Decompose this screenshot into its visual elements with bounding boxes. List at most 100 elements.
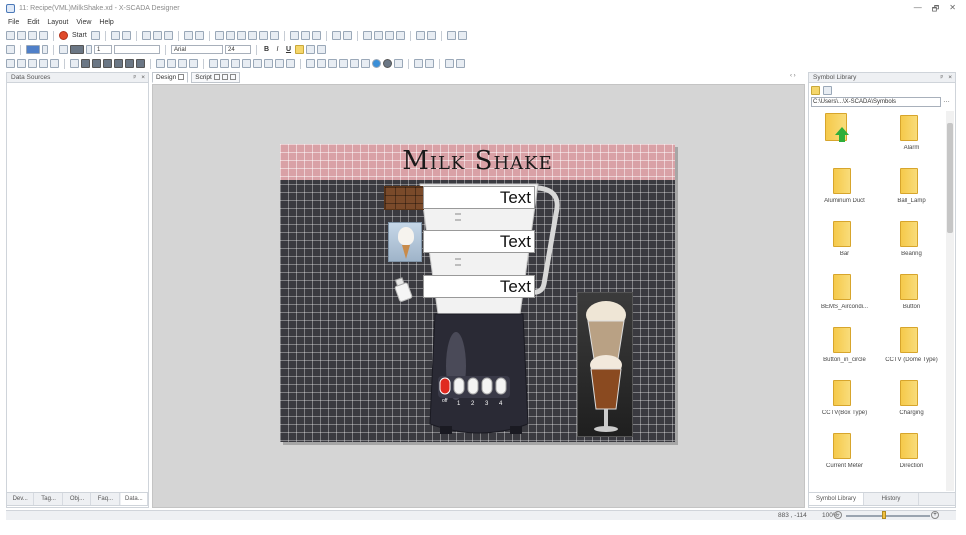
milk-bottle-image[interactable] xyxy=(394,274,414,304)
line-tool-icon[interactable] xyxy=(6,59,15,68)
grid-icon[interactable] xyxy=(415,31,425,40)
tab-script[interactable]: Script xyxy=(191,72,240,83)
close-panel-icon[interactable]: × xyxy=(948,73,952,83)
polyline-tool-icon[interactable] xyxy=(17,59,26,68)
symbol-folder-charging[interactable]: Charging xyxy=(878,376,945,429)
font-size-combo[interactable]: 24 xyxy=(225,45,251,54)
clock-control-icon[interactable] xyxy=(339,59,348,68)
space-horizontal-icon[interactable] xyxy=(331,31,341,40)
minimize-button[interactable]: — xyxy=(914,3,922,17)
symbol-folder-button-in-circle[interactable]: Button_in_circle xyxy=(811,323,878,376)
group-icon[interactable] xyxy=(183,31,193,40)
doc-nav-icon[interactable]: ‹ › xyxy=(790,73,796,79)
panel-control-icon[interactable] xyxy=(275,59,284,68)
checkbox-control-icon[interactable] xyxy=(220,59,229,68)
milkshake-photo[interactable] xyxy=(577,292,633,437)
symbol-folder-current-meter[interactable]: Current Meter xyxy=(811,429,878,482)
symbol-folder-alarm[interactable]: Alarm xyxy=(878,111,945,164)
zoom-slider[interactable] xyxy=(846,515,930,517)
pin-icon[interactable]: ᵖ xyxy=(941,73,943,83)
align-text-left-icon[interactable] xyxy=(295,45,304,54)
line-style-combo[interactable] xyxy=(114,45,160,54)
symbol-folder-bearing[interactable]: Bearing xyxy=(878,217,945,270)
symbol-folder-aluminum-duct[interactable]: Aluminum Duct xyxy=(811,164,878,217)
tab-objects[interactable]: Obj... xyxy=(64,493,92,505)
align-text-right-icon[interactable] xyxy=(317,45,326,54)
chart-control-icon[interactable] xyxy=(306,59,315,68)
menu-view[interactable]: View xyxy=(76,19,91,26)
scrollbar-thumb[interactable] xyxy=(947,123,953,233)
undo-icon[interactable] xyxy=(110,31,120,40)
order-back-icon[interactable] xyxy=(373,31,383,40)
tab-tags[interactable]: Tag... xyxy=(35,493,63,505)
rectangle-tool-icon[interactable] xyxy=(81,59,90,68)
polygon-tool-icon[interactable] xyxy=(136,59,145,68)
report-control-icon[interactable] xyxy=(425,59,434,68)
triangle-tool-icon[interactable] xyxy=(70,59,79,68)
font-name-combo[interactable]: Arial xyxy=(171,45,223,54)
symbol-folder-cctv-box[interactable]: CCTV(Box Type) xyxy=(811,376,878,429)
map-control-icon[interactable] xyxy=(456,59,465,68)
label-tool-icon[interactable] xyxy=(167,59,176,68)
menu-help[interactable]: Help xyxy=(99,19,113,26)
fill-color-icon[interactable] xyxy=(26,45,40,54)
italic-button[interactable]: I xyxy=(273,46,282,53)
globe-control-icon[interactable] xyxy=(372,59,381,68)
tab-data[interactable]: Data... xyxy=(120,493,149,505)
gauge-control-icon[interactable] xyxy=(350,59,359,68)
symbol-path-input[interactable]: C:\Users\...\X-SCADA\Symbols xyxy=(811,97,941,107)
flip-icon[interactable] xyxy=(446,31,456,40)
alarm-control-icon[interactable] xyxy=(328,59,337,68)
zoom-slider-thumb[interactable] xyxy=(881,511,886,519)
listbox-control-icon[interactable] xyxy=(242,59,251,68)
save-icon[interactable] xyxy=(28,31,37,40)
menu-layout[interactable]: Layout xyxy=(47,19,68,26)
pie-tool-icon[interactable] xyxy=(125,59,134,68)
new-file-icon[interactable] xyxy=(6,31,15,40)
edit-icon[interactable] xyxy=(823,86,832,95)
same-width-icon[interactable] xyxy=(289,31,299,40)
open-folder-icon[interactable] xyxy=(17,31,26,40)
symbol-up-folder[interactable] xyxy=(811,111,878,164)
close-button[interactable]: ✕ xyxy=(949,3,956,17)
order-front-icon[interactable] xyxy=(362,31,372,40)
image-tool-icon[interactable] xyxy=(156,59,165,68)
settings-icon[interactable] xyxy=(90,31,100,40)
text-box-milk[interactable]: Text xyxy=(423,275,535,298)
table-control-icon[interactable] xyxy=(445,59,454,68)
browse-button[interactable]: … xyxy=(943,97,950,104)
web-control-icon[interactable] xyxy=(414,59,423,68)
chocolate-image[interactable] xyxy=(384,186,424,210)
line-width-combo[interactable]: 1 xyxy=(94,45,112,54)
text-tool-icon[interactable] xyxy=(28,59,37,68)
snap-icon[interactable] xyxy=(426,31,436,40)
lamp-control-icon[interactable] xyxy=(383,59,392,68)
symbol-list-scrollbar[interactable] xyxy=(946,111,954,491)
underline-button[interactable]: U xyxy=(284,46,293,53)
rotate-icon[interactable] xyxy=(457,31,467,40)
cut-icon[interactable] xyxy=(141,31,151,40)
zoom-out-icon[interactable]: − xyxy=(834,511,842,519)
line-color-dropdown-icon[interactable] xyxy=(86,45,92,54)
start-icon[interactable] xyxy=(59,31,68,40)
symbol-folder-bems-aircondi[interactable]: BEMS_Aircondi... xyxy=(811,270,878,323)
align-left-icon[interactable] xyxy=(214,31,224,40)
copy-icon[interactable] xyxy=(152,31,162,40)
tab-symbol-library[interactable]: Symbol Library xyxy=(809,493,864,505)
symbol-control-icon[interactable] xyxy=(394,59,403,68)
close-panel-icon[interactable]: × xyxy=(141,73,145,83)
symbol-folder-direction[interactable]: Direction xyxy=(878,429,945,482)
paste-icon[interactable] xyxy=(163,31,173,40)
text-box-chocolate[interactable]: Text xyxy=(423,186,535,209)
menu-edit[interactable]: Edit xyxy=(27,19,39,26)
align-middle-icon[interactable] xyxy=(258,31,268,40)
curve-tool-icon[interactable] xyxy=(50,59,59,68)
align-center-icon[interactable] xyxy=(225,31,235,40)
text-box-ice-cream[interactable]: Text xyxy=(423,230,535,253)
ungroup-icon[interactable] xyxy=(194,31,204,40)
start-button-label[interactable]: Start xyxy=(72,32,87,39)
pointer-icon[interactable] xyxy=(6,45,15,54)
line-color-icon[interactable] xyxy=(59,45,68,54)
same-size-icon[interactable] xyxy=(311,31,321,40)
align-right-icon[interactable] xyxy=(236,31,246,40)
